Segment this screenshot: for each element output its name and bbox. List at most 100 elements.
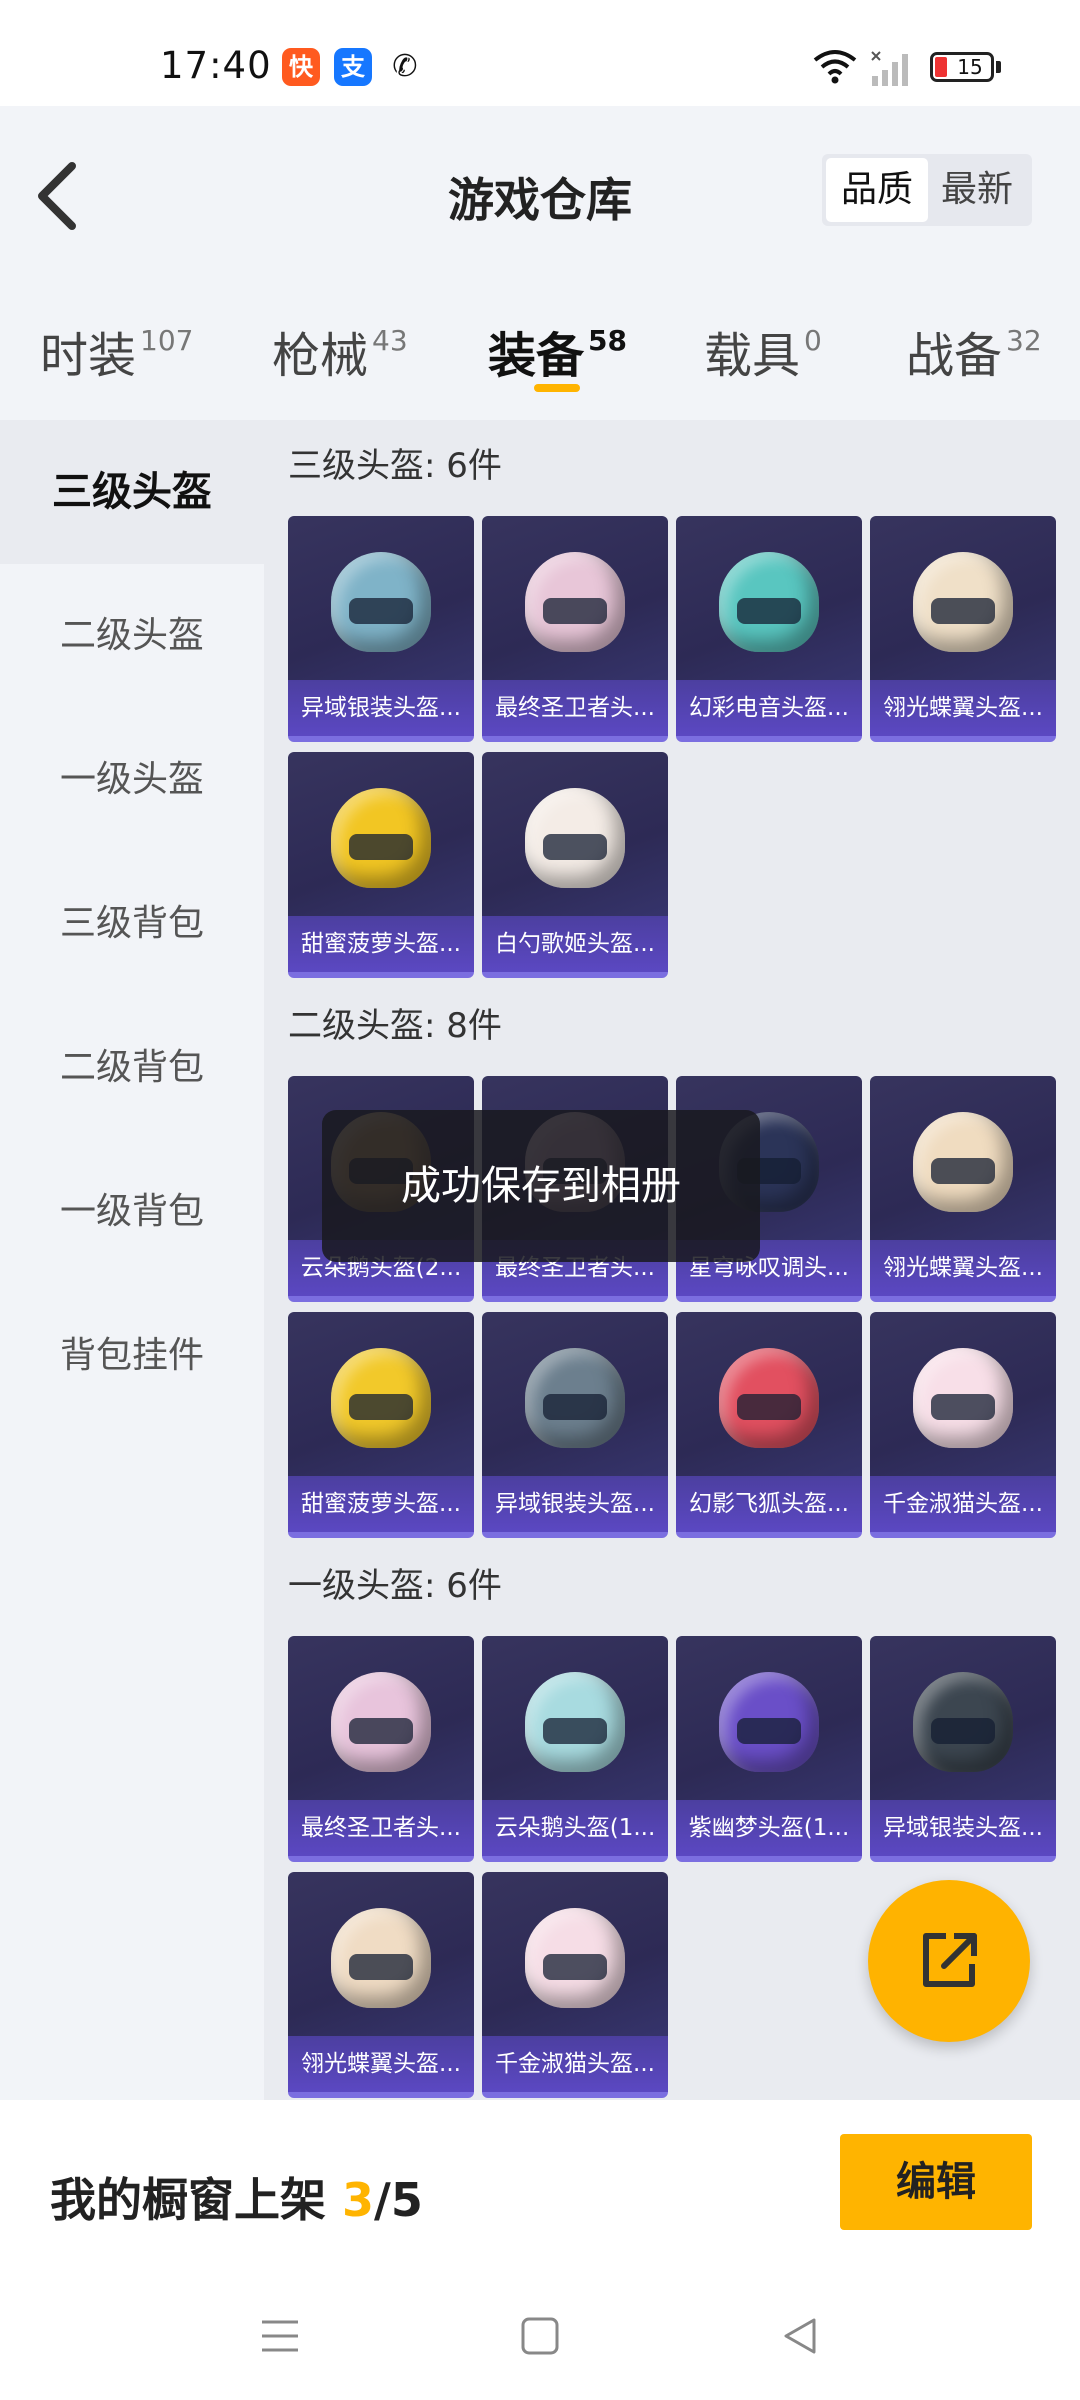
- sidebar-item-level1-helmet[interactable]: 一级头盔: [0, 708, 264, 852]
- helmet-image: [331, 552, 431, 652]
- helmet-visor: [931, 1158, 995, 1184]
- tab-count: 32: [1006, 324, 1042, 357]
- helmet-image: [913, 1348, 1013, 1448]
- helmet-visor: [543, 1718, 607, 1744]
- section-title: 一级头盔: 6件: [288, 1566, 502, 1606]
- item-card[interactable]: 甜蜜菠萝头盔...: [288, 1312, 474, 1538]
- battery-icon: 15: [930, 52, 994, 82]
- item-card[interactable]: 最终圣卫者头...: [482, 516, 668, 742]
- item-card[interactable]: 翎光蝶翼头盔...: [870, 516, 1056, 742]
- helmet-visor: [737, 1394, 801, 1420]
- signal-icon: [871, 51, 908, 86]
- helmet-visor: [349, 1394, 413, 1420]
- header: 游戏仓库 品质 最新: [0, 106, 1080, 276]
- tab-firearms[interactable]: 枪械 43: [272, 316, 408, 386]
- sidebar-item-level2-backpack[interactable]: 二级背包: [0, 996, 264, 1140]
- item-card-label: 最终圣卫者头...: [482, 680, 668, 736]
- item-card[interactable]: 异域银装头盔...: [482, 1312, 668, 1538]
- item-card-label: 异域银装头盔...: [482, 1476, 668, 1532]
- item-card-label: 异域银装头盔...: [870, 1800, 1056, 1856]
- item-card-label: 白勺歌姬头盔...: [482, 916, 668, 972]
- category-tabs: 时装 107 枪械 43 装备 58 载具 0 战备 32: [0, 276, 1080, 420]
- helmet-image: [525, 1908, 625, 2008]
- share-button[interactable]: [868, 1880, 1030, 2042]
- item-card[interactable]: 幻彩电音头盔...: [676, 516, 862, 742]
- helmet-image: [331, 1348, 431, 1448]
- tab-count: 107: [140, 324, 194, 357]
- item-card[interactable]: 紫幽梦头盔(1...: [676, 1636, 862, 1862]
- battery-level: 15: [957, 55, 983, 79]
- helmet-visor: [349, 1954, 413, 1980]
- alipay-icon: 支: [334, 48, 372, 86]
- status-time: 17:40: [160, 44, 272, 87]
- item-card[interactable]: 云朵鹅头盔(1...: [482, 1636, 668, 1862]
- item-card-label: 千金淑猫头盔...: [870, 1476, 1056, 1532]
- item-card-label: 翎光蝶翼头盔...: [870, 1240, 1056, 1296]
- item-card[interactable]: 白勺歌姬头盔...: [482, 752, 668, 978]
- item-card[interactable]: 翎光蝶翼头盔...: [288, 1872, 474, 2098]
- back-icon[interactable]: [778, 2314, 822, 2358]
- tab-count: 43: [372, 324, 408, 357]
- kuaishou-icon: 快: [282, 48, 320, 86]
- tab-vehicles[interactable]: 载具 0: [704, 316, 822, 386]
- helmet-visor: [737, 598, 801, 624]
- wifi-icon: [813, 50, 857, 84]
- item-card-label: 翎光蝶翼头盔...: [288, 2036, 474, 2092]
- tab-equipment[interactable]: 装备 58: [488, 316, 627, 386]
- section-title: 三级头盔: 6件: [288, 446, 502, 486]
- helmet-image: [719, 1348, 819, 1448]
- sidebar-item-level2-helmet[interactable]: 二级头盔: [0, 564, 264, 708]
- helmet-image: [331, 1672, 431, 1772]
- helmet-image: [913, 1672, 1013, 1772]
- item-card[interactable]: 幻影飞狐头盔...: [676, 1312, 862, 1538]
- helmet-visor: [543, 1954, 607, 1980]
- toast-message: 成功保存到相册: [322, 1110, 760, 1262]
- showcase-bar: 我的橱窗上架 3/5 编辑: [0, 2100, 1080, 2280]
- home-icon[interactable]: [518, 2314, 562, 2358]
- helmet-visor: [543, 598, 607, 624]
- helmet-visor: [931, 1394, 995, 1420]
- item-card[interactable]: 千金淑猫头盔...: [870, 1312, 1056, 1538]
- section-title: 二级头盔: 8件: [288, 1006, 502, 1046]
- edit-button[interactable]: 编辑: [840, 2134, 1032, 2230]
- helmet-image: [525, 552, 625, 652]
- helmet-image: [913, 552, 1013, 652]
- helmet-visor: [737, 1718, 801, 1744]
- sort-newest-button[interactable]: 最新: [926, 158, 1028, 222]
- helmet-image: [525, 788, 625, 888]
- showcase-label: 我的橱窗上架 3/5: [50, 2173, 423, 2227]
- helmet-visor: [349, 1718, 413, 1744]
- item-card[interactable]: 异域银装头盔...: [288, 516, 474, 742]
- helmet-image: [913, 1112, 1013, 1212]
- item-card[interactable]: 异域银装头盔...: [870, 1636, 1056, 1862]
- status-bar: 17:40 快 支 ✆ 15: [0, 0, 1080, 106]
- sidebar-item-level1-backpack[interactable]: 一级背包: [0, 1140, 264, 1284]
- tab-fashion[interactable]: 时装 107: [40, 316, 193, 386]
- helmet-image: [331, 1908, 431, 2008]
- helmet-visor: [543, 834, 607, 860]
- active-tab-indicator: [534, 384, 580, 392]
- wechat-icon: ✆: [392, 49, 418, 84]
- item-card-label: 幻影飞狐头盔...: [676, 1476, 862, 1532]
- item-card[interactable]: 千金淑猫头盔...: [482, 1872, 668, 2098]
- sidebar-item-level3-helmet[interactable]: 三级头盔: [0, 420, 264, 564]
- sort-quality-button[interactable]: 品质: [826, 158, 928, 222]
- helmet-visor: [349, 598, 413, 624]
- tab-combat-prep[interactable]: 战备 32: [906, 316, 1042, 386]
- menu-icon[interactable]: [258, 2314, 302, 2358]
- helmet-image: [719, 552, 819, 652]
- helmet-visor: [931, 598, 995, 624]
- tab-count: 58: [588, 324, 627, 357]
- item-card[interactable]: 最终圣卫者头...: [288, 1636, 474, 1862]
- helmet-image: [719, 1672, 819, 1772]
- item-card[interactable]: 翎光蝶翼头盔...: [870, 1076, 1056, 1302]
- item-card[interactable]: 甜蜜菠萝头盔...: [288, 752, 474, 978]
- showcase-current-count: 3: [342, 2173, 375, 2227]
- item-card-label: 翎光蝶翼头盔...: [870, 680, 1056, 736]
- sidebar-item-level3-backpack[interactable]: 三级背包: [0, 852, 264, 996]
- sidebar-item-backpack-pendant[interactable]: 背包挂件: [0, 1284, 264, 1428]
- helmet-visor: [349, 834, 413, 860]
- sort-toggle: 品质 最新: [822, 154, 1032, 226]
- helmet-visor: [543, 1394, 607, 1420]
- item-card-label: 甜蜜菠萝头盔...: [288, 916, 474, 972]
